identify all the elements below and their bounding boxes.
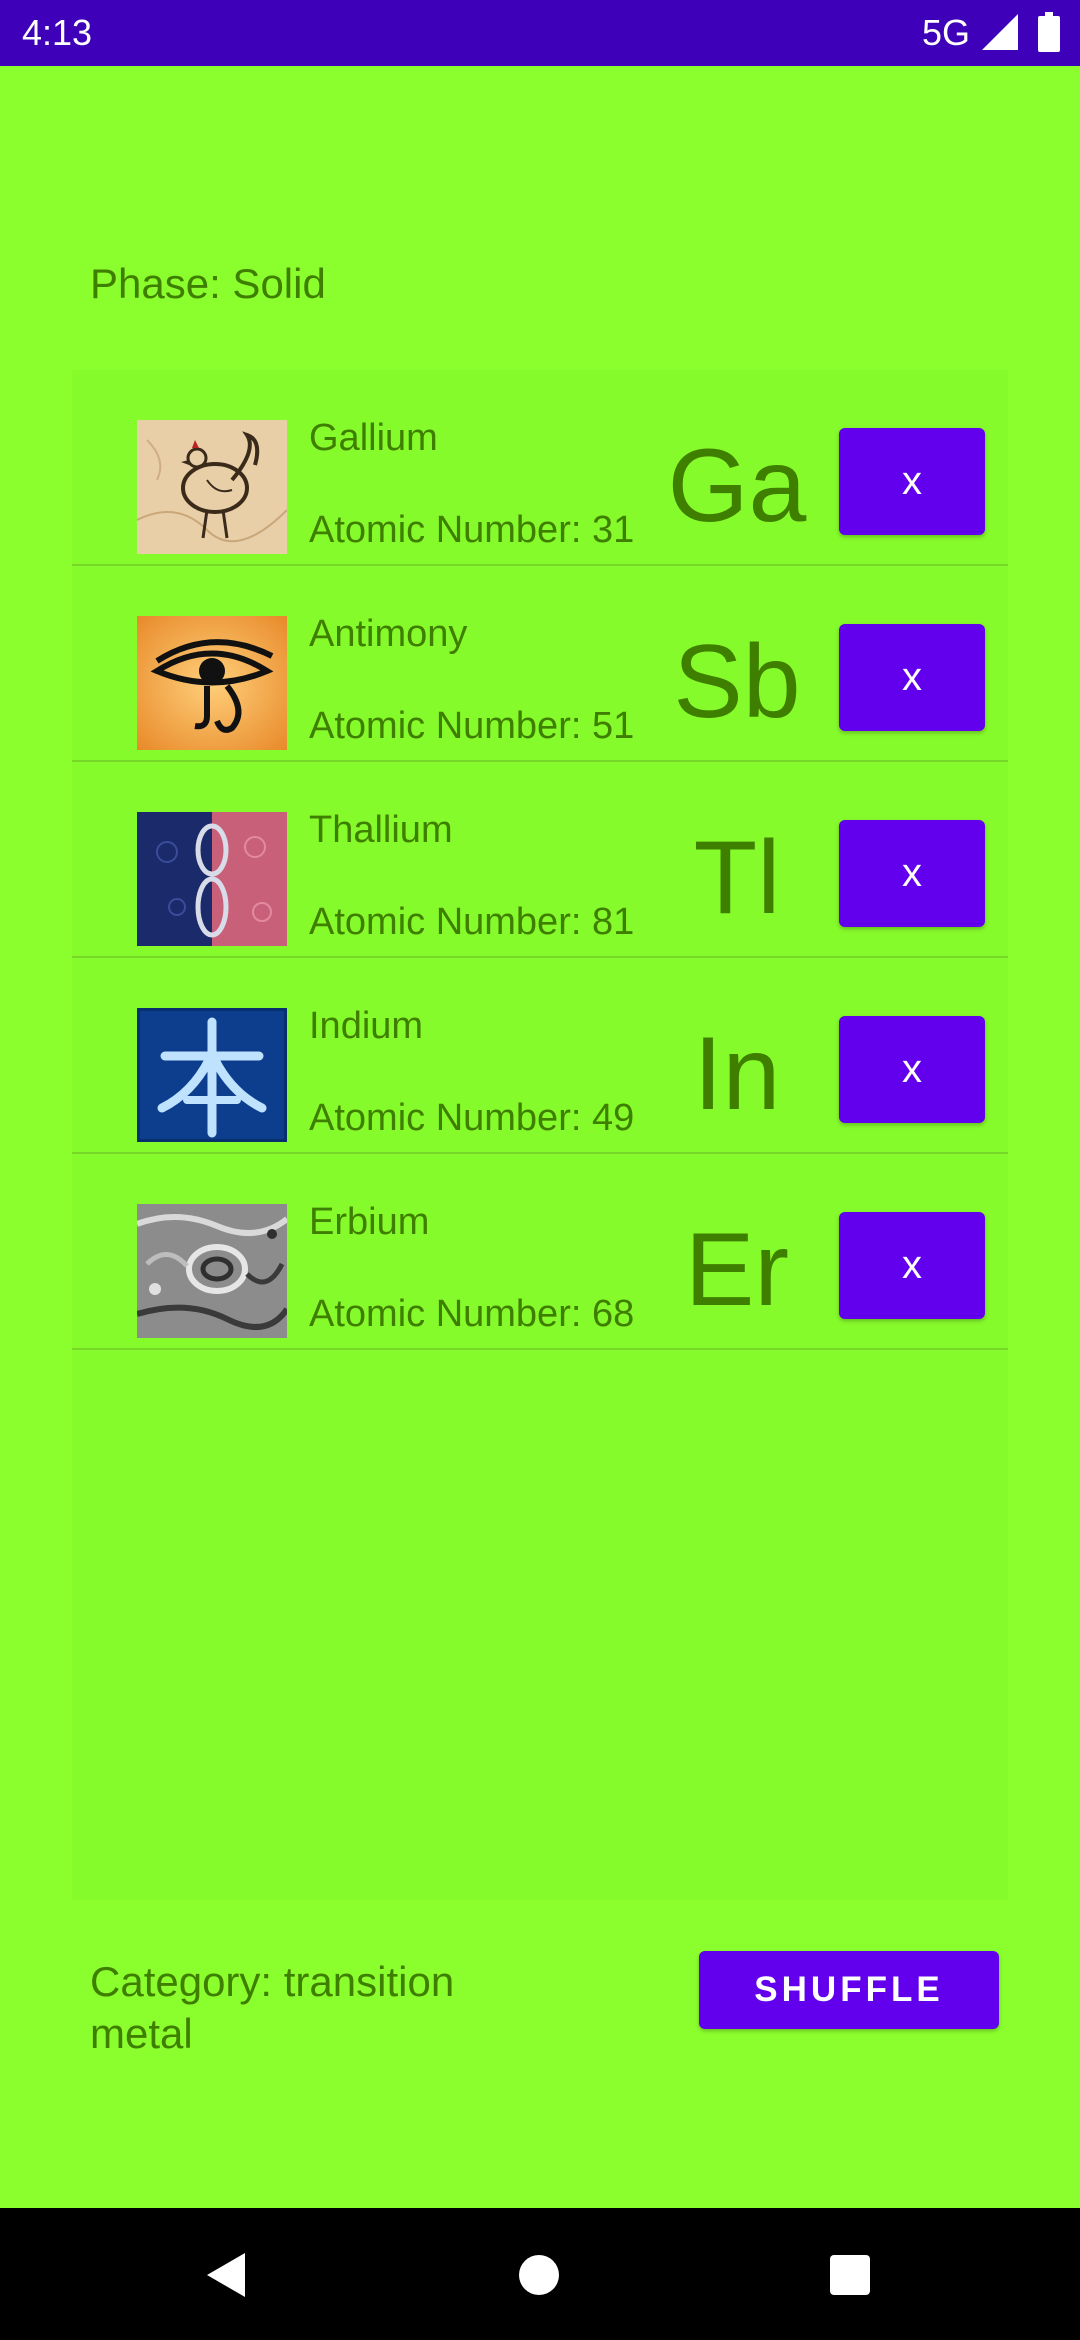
signal-icon [982,14,1018,50]
element-list[interactable]: Gallium Atomic Number: 31 Ga x Antimony … [72,370,1008,1900]
metal-emblem-image [137,1204,287,1338]
atomic-number: Atomic Number: 31 [309,508,634,552]
element-symbol: Sb [673,624,801,740]
back-icon[interactable] [205,2253,247,2297]
element-symbol: Er [685,1212,789,1328]
atomic-number-value: 31 [591,509,635,551]
remove-button[interactable]: x [839,428,985,535]
category-label: Category: transition metal [90,1958,455,2057]
list-item: Antimony Atomic Number: 51 Sb x [72,566,1008,762]
eye-of-horus-image [137,616,287,750]
list-item: Indium Atomic Number: 49 In x [72,958,1008,1154]
element-name: Indium [309,1005,424,1047]
kanji-image [137,1008,287,1142]
network-type: 5G [921,12,970,53]
atomic-number-value: 49 [591,1097,635,1139]
element-name: Antimony [309,613,468,655]
battery-icon [1038,12,1060,52]
recents-icon[interactable] [829,2254,871,2296]
atomic-number-value: 81 [591,901,635,943]
atomic-number-label: Atomic Number: [309,901,592,943]
element-symbol: Ga [667,428,807,544]
phase-label: Phase: Solid [90,260,326,307]
element-symbol: In [693,1016,781,1132]
atomic-number-label: Atomic Number: [309,1293,592,1335]
atomic-number: Atomic Number: 49 [309,1096,634,1140]
remove-button[interactable]: x [839,820,985,927]
atomic-number: Atomic Number: 68 [309,1292,634,1336]
rooster-image [137,420,287,554]
shuffle-button[interactable]: SHUFFLE [699,1951,999,2029]
element-symbol: Tl [693,820,781,936]
list-item: Gallium Atomic Number: 31 Ga x [72,370,1008,566]
status-bar: 4:13 5G [0,0,1080,66]
navigation-bar [0,2208,1080,2340]
element-name: Gallium [309,417,438,459]
list-item: Erbium Atomic Number: 68 Er x [72,1154,1008,1350]
remove-button[interactable]: x [839,624,985,731]
atomic-number-value: 68 [591,1293,635,1335]
atomic-number: Atomic Number: 51 [309,704,634,748]
infinity-knot-image [137,812,287,946]
status-time: 4:13 [22,12,93,53]
remove-button[interactable]: x [839,1016,985,1123]
element-name: Erbium [309,1201,430,1243]
home-icon[interactable] [518,2254,560,2296]
atomic-number-label: Atomic Number: [309,1097,592,1139]
element-name: Thallium [309,809,453,851]
remove-button[interactable]: x [839,1212,985,1319]
atomic-number-value: 51 [591,705,635,747]
list-item: Thallium Atomic Number: 81 Tl x [72,762,1008,958]
atomic-number-label: Atomic Number: [309,705,592,747]
atomic-number-label: Atomic Number: [309,509,592,551]
atomic-number: Atomic Number: 81 [309,900,634,944]
